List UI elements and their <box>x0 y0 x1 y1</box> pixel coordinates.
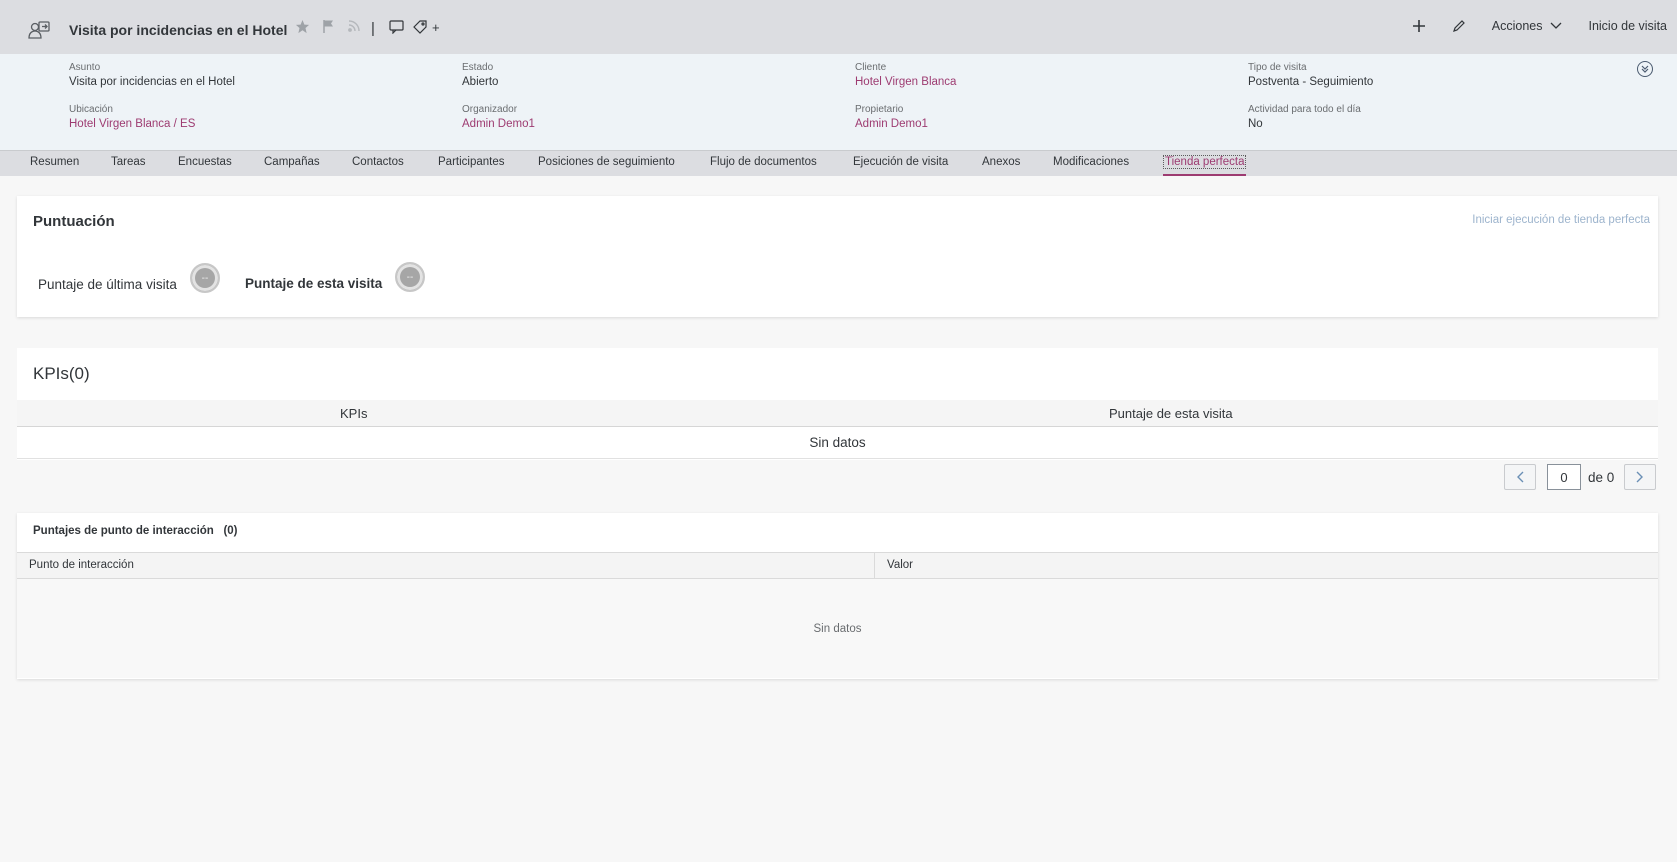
last-visit-score-value: -- <box>201 272 209 284</box>
tab-modificaciones[interactable]: Modificaciones <box>1053 156 1129 168</box>
attr-value: No <box>1248 118 1263 130</box>
add-icon[interactable] <box>1412 19 1426 33</box>
attr-label: Asunto <box>69 62 101 73</box>
attr-label: Tipo de visita <box>1248 62 1307 73</box>
tab-posiciones-seguimiento[interactable]: Posiciones de seguimiento <box>538 156 675 168</box>
attr-asunto: Asunto Visita por incidencias en el Hote… <box>69 62 449 88</box>
tab-bar: Resumen Tareas Encuestas Campañas Contac… <box>0 150 1677 176</box>
kpi-column-header[interactable]: KPIs <box>340 406 367 421</box>
start-perfect-store-link[interactable]: Iniciar ejecución de tienda perfecta <box>1472 214 1650 226</box>
interaction-point-column-header[interactable]: Punto de interacción <box>29 559 134 571</box>
social-actions: + <box>388 19 440 35</box>
chevron-right-icon <box>1636 471 1644 483</box>
rss-icon[interactable] <box>346 18 362 34</box>
attr-label: Estado <box>462 62 494 73</box>
attr-label: Actividad para todo el día <box>1248 104 1361 115</box>
header-toolbar: Acciones Inicio de visita <box>1412 19 1667 33</box>
visit-object-icon <box>28 20 50 40</box>
attr-value: Abierto <box>462 76 499 88</box>
interaction-points-title: Puntajes de punto de interacción (0) <box>33 525 238 537</box>
tab-anexos[interactable]: Anexos <box>982 156 1020 168</box>
actions-menu-button[interactable]: Acciones <box>1492 19 1563 33</box>
tab-campanas[interactable]: Campañas <box>264 156 320 168</box>
actions-label: Acciones <box>1491 19 1543 33</box>
interaction-empty-state: Sin datos <box>17 579 1658 678</box>
header-separator: | <box>371 20 375 37</box>
attribute-panel: Asunto Visita por incidencias en el Hote… <box>0 54 1677 150</box>
star-icon[interactable] <box>294 18 310 34</box>
interaction-point-column <box>17 553 875 578</box>
title-actions <box>294 18 362 34</box>
interaction-title-text: Puntajes de punto de interacción <box>33 525 214 537</box>
attr-cliente: Cliente Hotel Virgen Blanca <box>855 62 1235 88</box>
attr-tipo-visita: Tipo de visita Postventa - Seguimiento <box>1248 62 1628 88</box>
attr-value: Visita por incidencias en el Hotel <box>69 76 235 88</box>
edit-icon[interactable] <box>1452 19 1466 33</box>
next-page-button[interactable] <box>1624 464 1657 490</box>
attr-organizador: Organizador Admin Demo1 <box>462 104 842 130</box>
organizer-link[interactable]: Admin Demo1 <box>462 118 842 130</box>
this-visit-score-value: -- <box>406 271 414 283</box>
score-card: Puntuación Iniciar ejecución de tienda p… <box>17 196 1658 317</box>
kpi-table-header: KPIs Puntaje de esta visita <box>17 400 1658 427</box>
attr-todo-el-dia: Actividad para todo el día No <box>1248 104 1628 130</box>
attr-value: Postventa - Seguimiento <box>1248 76 1374 88</box>
tab-resumen[interactable]: Resumen <box>30 156 79 168</box>
kpi-table: KPIs(0) KPIs Puntaje de esta visita Sin … <box>17 348 1658 460</box>
kpi-empty-row: Sin datos <box>17 427 1658 459</box>
attr-label: Cliente <box>855 62 887 73</box>
chevron-left-icon <box>1517 471 1524 483</box>
comment-icon[interactable] <box>388 19 404 35</box>
tab-tareas[interactable]: Tareas <box>111 156 146 168</box>
attr-ubicacion: Ubicación Hotel Virgen Blanca / ES <box>69 104 449 130</box>
collapse-header-button[interactable] <box>1637 61 1653 77</box>
interaction-count: (0) <box>223 525 238 537</box>
page-number-input[interactable]: 0 <box>1547 464 1581 490</box>
tag-icon[interactable] <box>412 19 428 35</box>
last-visit-score-indicator: -- <box>190 263 220 293</box>
flag-icon[interactable] <box>320 18 336 34</box>
tab-tienda-perfecta[interactable]: Tienda perfecta <box>1163 155 1247 169</box>
interaction-table-header: Punto de interacción Valor <box>17 552 1658 579</box>
this-visit-score-indicator: -- <box>395 262 425 292</box>
object-header: Visita por incidencias en el Hotel | + A… <box>0 0 1677 54</box>
double-chevron-down-icon <box>1641 65 1649 73</box>
page-total: de 0 <box>1588 469 1615 485</box>
last-visit-score-label: Puntaje de última visita <box>38 277 177 292</box>
attr-propietario: Propietario Admin Demo1 <box>855 104 1235 130</box>
this-visit-score-label: Puntaje de esta visita <box>245 276 383 291</box>
attr-label: Organizador <box>462 104 518 115</box>
kpi-title: KPIs(0) <box>33 364 90 383</box>
kpi-pager: 0 de 0 <box>1504 464 1657 490</box>
attr-estado: Estado Abierto <box>462 62 842 88</box>
kpi-score-column-header[interactable]: Puntaje de esta visita <box>1109 406 1233 421</box>
score-title: Puntuación <box>33 213 115 230</box>
value-column-header[interactable]: Valor <box>887 559 913 571</box>
add-tag-label[interactable]: + <box>432 20 440 35</box>
customer-link[interactable]: Hotel Virgen Blanca <box>855 76 1235 88</box>
chevron-down-icon <box>1550 19 1562 33</box>
tab-contactos[interactable]: Contactos <box>352 156 404 168</box>
tab-participantes[interactable]: Participantes <box>438 156 504 168</box>
start-visit-button[interactable]: Inicio de visita <box>1588 19 1667 33</box>
tab-ejecucion-visita[interactable]: Ejecución de visita <box>853 156 948 168</box>
interaction-points-card: Puntajes de punto de interacción (0) Pun… <box>17 513 1658 679</box>
location-link[interactable]: Hotel Virgen Blanca / ES <box>69 118 449 130</box>
attr-label: Propietario <box>855 104 904 115</box>
previous-page-button[interactable] <box>1504 464 1536 490</box>
active-tab-indicator <box>1163 174 1246 176</box>
owner-link[interactable]: Admin Demo1 <box>855 118 1235 130</box>
tab-encuestas[interactable]: Encuestas <box>178 156 232 168</box>
attr-label: Ubicación <box>69 104 113 115</box>
page-title: Visita por incidencias en el Hotel <box>69 22 288 38</box>
tab-flujo-documentos[interactable]: Flujo de documentos <box>710 156 817 168</box>
